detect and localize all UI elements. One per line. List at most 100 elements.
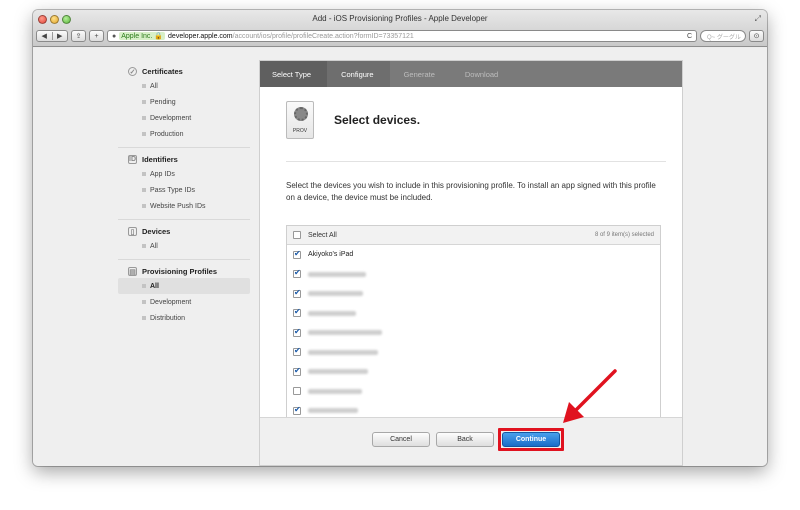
sidebar-section-provisioning-profiles: ▤ Provisioning Profiles All Development … [118,260,250,331]
back-arrow-icon[interactable]: ◀ [37,32,52,40]
sidebar-heading-label: Identifiers [142,155,178,164]
bullet-icon [142,116,146,120]
sidebar-heading-label: Devices [142,227,171,236]
select-all-checkbox[interactable] [293,231,301,239]
sidebar: ✓ Certificates All Pending Development P… [118,60,250,331]
bullet-icon [142,204,146,208]
ev-certificate-badge[interactable]: Apple Inc. 🔒 [119,32,166,40]
sidebar-section-identifiers: ID Identifiers App IDs Pass Type IDs Web… [118,148,250,220]
select-all-label: Select All [308,231,337,239]
sidebar-item-website-push-ids[interactable]: Website Push IDs [118,198,250,214]
instructions-text: Select the devices you wish to include i… [286,181,656,202]
sidebar-item-label: App IDs [150,170,175,178]
step-generate: Generate [403,69,435,79]
share-button[interactable]: ⇪ [71,30,86,42]
bullet-icon [142,84,146,88]
url-path: /account/ios/profile/profileCreate.actio… [232,32,414,40]
add-bookmark-button[interactable]: + [89,30,104,42]
redacted-device-name [308,271,366,277]
sidebar-item-pass-type-ids[interactable]: Pass Type IDs [118,182,250,198]
device-row[interactable] [287,304,660,324]
plus-icon: + [94,32,99,40]
step-download: Download [464,69,499,79]
search-field[interactable]: Q~ グーグル [700,30,746,42]
device-checkbox[interactable] [293,366,301,376]
sidebar-item-profiles-all[interactable]: All [118,278,250,294]
step-configure: Configure [327,61,390,87]
provisioning-file-icon: PROV [286,101,314,139]
wizard-steps: Select Type Configure Generate Download [260,61,682,87]
bullet-icon [142,132,146,136]
sidebar-item-certificates-development[interactable]: Development [118,110,250,126]
sidebar-item-label: Distribution [150,314,186,322]
sidebar-section-certificates: ✓ Certificates All Pending Development P… [118,60,250,148]
section-header: PROV Select devices. [260,87,682,141]
device-row[interactable] [287,343,660,363]
sidebar-item-devices-all[interactable]: All [118,238,250,254]
device-checkbox[interactable] [293,387,301,396]
sidebar-item-label: Development [150,298,192,306]
device-checkbox[interactable] [293,268,301,279]
bullet-icon [142,300,146,304]
sidebar-item-distribution[interactable]: Distribution [118,310,250,326]
bullet-icon [142,316,146,320]
sidebar-item-production[interactable]: Production [118,126,250,142]
bullet-icon [142,100,146,104]
device-row[interactable]: Akiyoko's iPad [287,245,660,265]
sidebar-heading-label: Certificates [142,67,183,76]
browser-toolbar: ◀ ▶ ⇪ + ● Apple Inc. 🔒 developer.apple.c… [36,29,764,43]
fullscreen-icon[interactable]: ⤢ [755,14,761,24]
certificate-icon: ✓ [128,67,137,76]
device-checkbox[interactable] [293,346,301,357]
sidebar-heading-certificates[interactable]: ✓ Certificates [118,65,250,78]
sidebar-item-label: All [150,242,158,250]
profile-icon: ▤ [128,267,137,276]
forward-arrow-icon[interactable]: ▶ [51,32,68,40]
device-checkbox[interactable] [293,405,301,415]
device-checkbox[interactable] [293,249,301,259]
sidebar-item-profiles-development[interactable]: Development [118,294,250,310]
sidebar-item-label: Production [150,130,184,138]
sidebar-item-label: Pass Type IDs [150,186,196,194]
browser-window: Add - iOS Provisioning Profiles - Apple … [33,10,767,466]
bullet-icon [142,244,146,248]
id-icon: ID [128,155,137,164]
address-bar[interactable]: ● Apple Inc. 🔒 developer.apple.com /acco… [107,30,697,42]
sidebar-item-app-ids[interactable]: App IDs [118,166,250,182]
sidebar-item-label: All [150,282,159,290]
device-row[interactable] [287,323,660,343]
sidebar-item-pending[interactable]: Pending [118,94,250,110]
device-row[interactable] [287,265,660,285]
sidebar-item-certificates-all[interactable]: All [118,78,250,94]
device-checkbox[interactable] [293,307,301,318]
device-icon: ▯ [128,227,137,236]
redacted-device-name [308,388,362,394]
sidebar-item-label: Pending [150,98,176,106]
redacted-device-name [308,291,363,297]
redacted-device-name [308,408,358,414]
back-button[interactable]: Back [436,432,494,447]
reload-icon[interactable]: C [687,33,692,40]
gear-icon [294,107,308,121]
sidebar-heading-label: Provisioning Profiles [142,267,218,276]
prov-icon-label: PROV [292,128,308,134]
device-checkbox[interactable] [293,327,301,337]
title-bar: Add - iOS Provisioning Profiles - Apple … [33,10,767,47]
downloads-button[interactable]: ⊙ [749,30,764,42]
sidebar-item-label: Website Push IDs [150,202,206,210]
step-select-type: Select Type [260,61,328,87]
cancel-button[interactable]: Cancel [372,432,430,447]
device-row[interactable] [287,284,660,304]
page-viewport: ✓ Certificates All Pending Development P… [33,48,767,466]
share-icon: ⇪ [75,33,82,40]
bullet-icon [142,172,146,176]
bullet-icon [142,284,146,288]
sidebar-heading-devices[interactable]: ▯ Devices [118,225,250,238]
redacted-device-name [308,369,368,375]
sidebar-heading-provisioning-profiles[interactable]: ▤ Provisioning Profiles [118,265,250,278]
sidebar-item-label: All [150,82,158,90]
sidebar-heading-identifiers[interactable]: ID Identifiers [118,153,250,166]
device-checkbox[interactable] [293,288,301,298]
back-forward-buttons: ◀ ▶ [36,30,68,42]
device-name: Akiyoko's iPad [308,251,354,259]
